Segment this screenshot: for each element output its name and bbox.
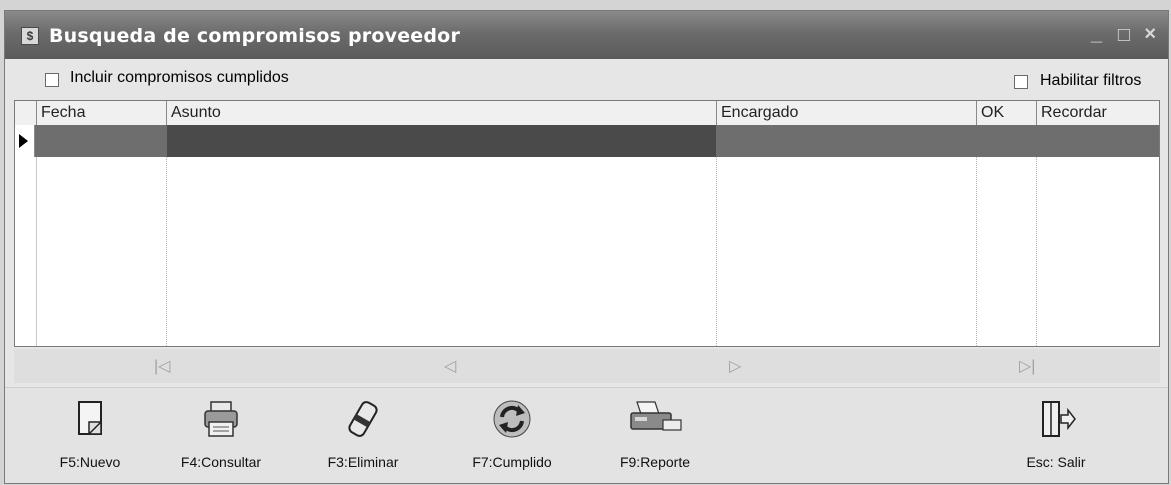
printer-icon <box>204 401 238 437</box>
grid-line <box>166 157 167 346</box>
nav-last-icon[interactable]: ▷| <box>1019 356 1035 376</box>
app-icon[interactable]: $ <box>21 27 39 45</box>
fax-printer-icon <box>630 401 682 431</box>
include-completed-label: Incluir compromisos cumplidos <box>70 69 289 86</box>
col-fecha[interactable]: Fecha <box>36 101 166 125</box>
grid-header: Fecha Asunto Encargado OK Recordar <box>15 101 1159 126</box>
salir-label: Esc: Salir <box>1026 454 1086 470</box>
enable-filters-label: Habilitar filtros <box>1040 72 1142 89</box>
window-title: Busqueda de compromisos proveedor <box>49 25 461 47</box>
consultar-label: F4:Consultar <box>180 454 262 470</box>
selected-cell-asunto[interactable] <box>167 125 716 157</box>
new-document-icon <box>78 401 102 435</box>
salir-button[interactable]: Esc: Salir <box>1001 394 1111 482</box>
col-asunto[interactable]: Asunto <box>166 101 716 125</box>
reporte-label: F9:Reporte <box>619 454 691 470</box>
grid-line <box>716 157 717 346</box>
refresh-icon <box>493 400 531 438</box>
grid-line <box>36 157 37 346</box>
enable-filters-checkbox[interactable] <box>1014 75 1028 89</box>
grid-line <box>1036 157 1037 346</box>
nav-next-icon[interactable]: ▷ <box>729 356 741 376</box>
action-toolbar: F5:Nuevo F4:Consultar F3:Eliminar F7:Cum… <box>5 387 1168 483</box>
reporte-button[interactable]: F9:Reporte <box>595 394 715 482</box>
eliminar-button[interactable]: F3:Eliminar <box>308 394 418 482</box>
consultar-button[interactable]: F4:Consultar <box>166 394 276 482</box>
nav-first-icon[interactable]: |◁ <box>154 356 170 376</box>
cumplido-button[interactable]: F7:Cumplido <box>457 394 567 482</box>
maximize-icon[interactable]: □ <box>1118 24 1130 47</box>
nav-previous-icon[interactable]: ◁ <box>444 356 456 376</box>
eraser-icon <box>348 401 378 437</box>
header-indicator <box>15 101 36 125</box>
close-icon[interactable]: × <box>1144 23 1156 46</box>
eliminar-label: F3:Eliminar <box>327 454 399 470</box>
row-indicator[interactable] <box>15 125 35 157</box>
include-completed-checkbox[interactable] <box>45 73 59 87</box>
exit-door-icon <box>1042 401 1076 437</box>
record-navigator: |◁ ◁ ▷ ▷| <box>14 349 1160 383</box>
commitments-search-window: $ Busqueda de compromisos proveedor _ □ … <box>4 10 1169 484</box>
col-encargado[interactable]: Encargado <box>716 101 976 125</box>
nuevo-label: F5:Nuevo <box>59 454 121 470</box>
col-recordar[interactable]: Recordar <box>1036 101 1159 125</box>
grid-line <box>976 157 977 346</box>
minimize-icon[interactable]: _ <box>1091 23 1102 46</box>
cumplido-label: F7:Cumplido <box>472 454 552 470</box>
commitments-grid[interactable]: Fecha Asunto Encargado OK Recordar <box>14 100 1160 347</box>
current-row-arrow-icon <box>19 134 28 148</box>
nuevo-button[interactable]: F5:Nuevo <box>35 394 145 482</box>
col-ok[interactable]: OK <box>976 101 1036 125</box>
title-bar: $ Busqueda de compromisos proveedor _ □ … <box>5 11 1168 59</box>
